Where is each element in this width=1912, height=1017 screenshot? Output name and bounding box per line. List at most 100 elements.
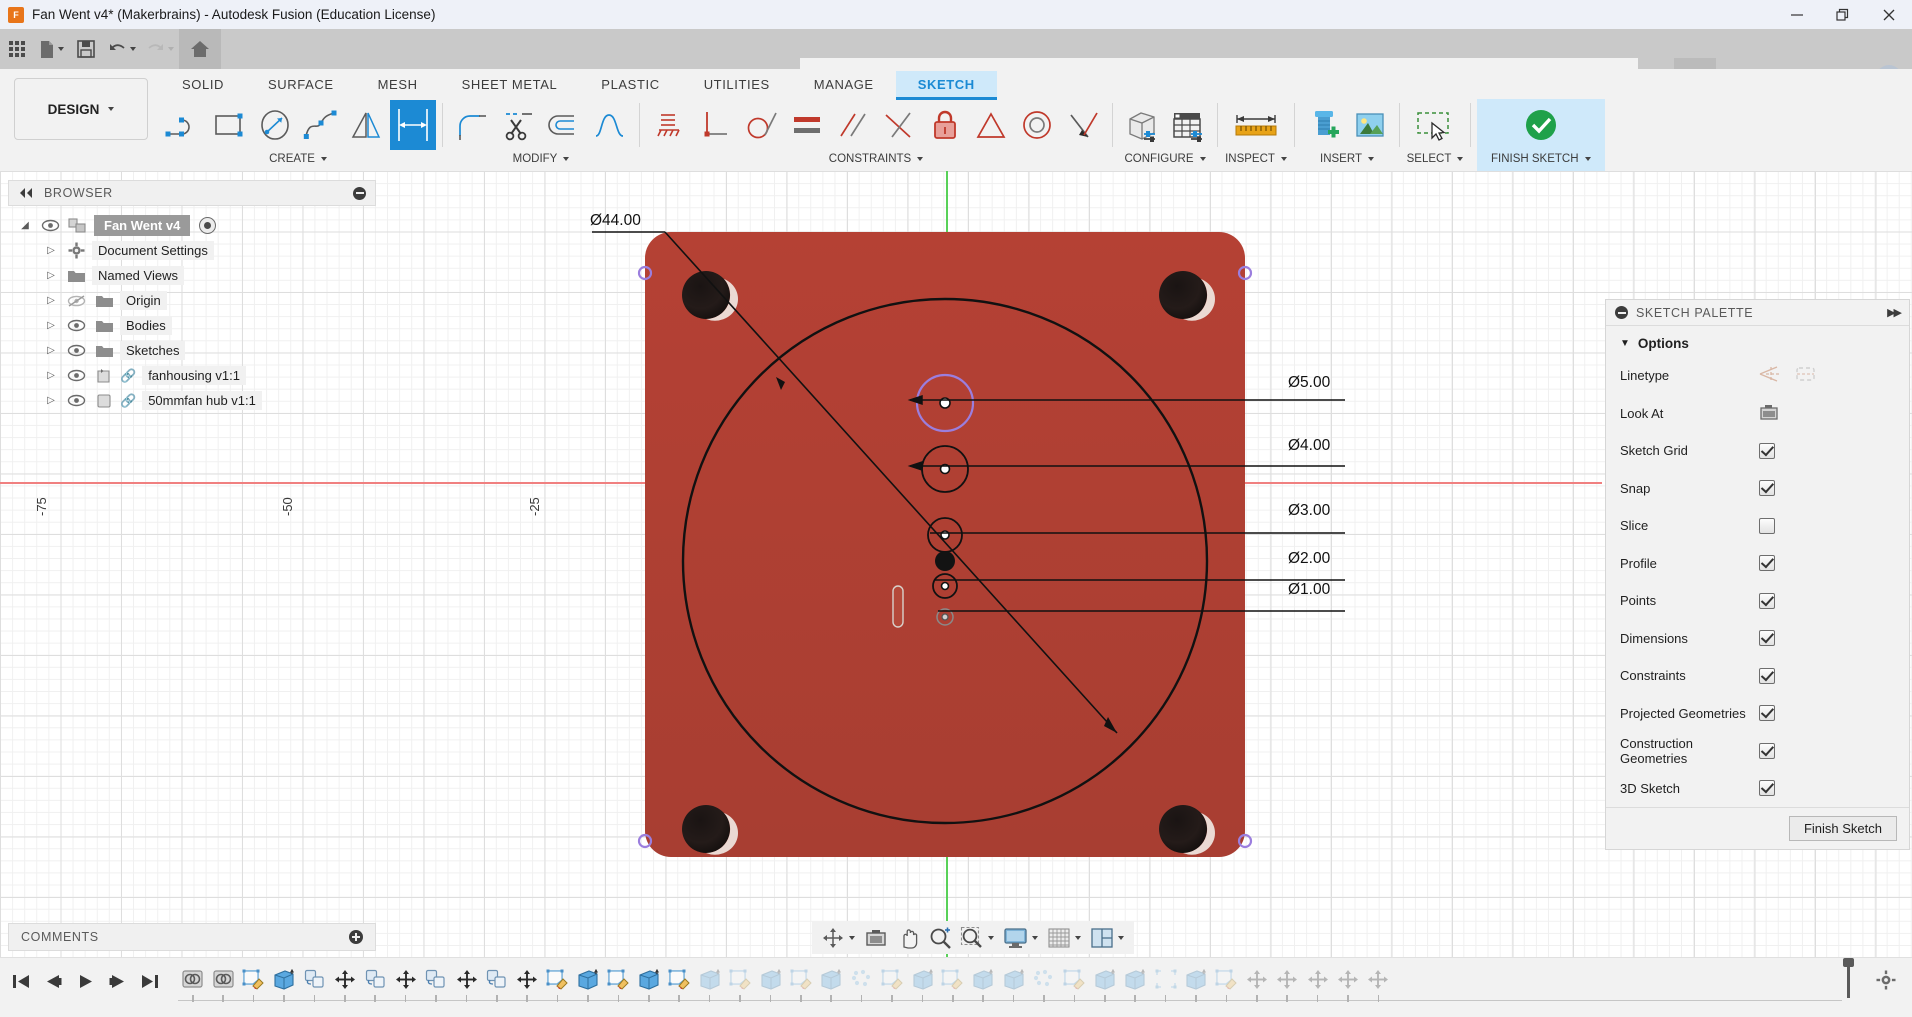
ribbon-group-label-inspect[interactable]: INSPECT <box>1225 153 1287 165</box>
pan-icon[interactable] <box>893 922 923 953</box>
extrude-icon[interactable] <box>695 962 725 996</box>
undo-icon[interactable] <box>103 29 141 69</box>
symmetry-icon[interactable] <box>968 100 1014 150</box>
tree-item-50mmfan-hub[interactable]: ▷ 🔗 50mmfan hub v1:1 <box>42 388 376 413</box>
parallel-icon[interactable] <box>830 100 876 150</box>
profile-checkbox[interactable] <box>1759 555 1775 571</box>
rigid-group-icon[interactable] <box>421 962 451 996</box>
tab-plastic[interactable]: PLASTIC <box>579 71 681 97</box>
visibility-eye-hidden-icon[interactable] <box>64 295 88 307</box>
extrude-icon[interactable] <box>1181 962 1211 996</box>
app-grid-icon[interactable] <box>0 29 34 69</box>
select-box-icon[interactable] <box>1151 962 1181 996</box>
rigid-group-icon[interactable] <box>360 962 390 996</box>
move-copy-icon[interactable] <box>1333 962 1363 996</box>
file-menu-icon[interactable] <box>34 29 69 69</box>
expand-right-icon[interactable]: ▶▶ <box>1887 306 1900 319</box>
circle-icon[interactable] <box>252 100 298 150</box>
move-copy-icon[interactable] <box>512 962 542 996</box>
ribbon-group-label-finish-sketch[interactable]: FINISH SKETCH <box>1491 153 1591 165</box>
offset-icon[interactable] <box>541 100 587 150</box>
curvature-icon[interactable] <box>1060 100 1106 150</box>
diameter-dimension-5[interactable]: Ø5.00 <box>1288 374 1330 392</box>
tree-item-origin[interactable]: ▷ Origin <box>42 288 376 313</box>
tree-item-document-settings[interactable]: ▷ Document Settings <box>42 238 376 263</box>
lock-icon[interactable] <box>922 100 968 150</box>
tree-item-sketches[interactable]: ▷ Sketches <box>42 338 376 363</box>
timeline-track[interactable] <box>178 962 1842 1006</box>
go-to-beginning-icon[interactable] <box>6 964 36 998</box>
close-button[interactable] <box>1866 0 1912 29</box>
points-checkbox[interactable] <box>1759 593 1775 609</box>
sketch-icon[interactable] <box>543 962 573 996</box>
construction-geometries-checkbox[interactable] <box>1759 743 1775 759</box>
look-at-icon[interactable] <box>1759 403 1779 424</box>
extrude-icon[interactable] <box>634 962 664 996</box>
options-section-header[interactable]: ▼ Options <box>1606 326 1909 357</box>
tab-sketch[interactable]: SKETCH <box>896 71 997 100</box>
sketch-icon[interactable] <box>877 962 907 996</box>
pattern-icon[interactable] <box>1029 962 1059 996</box>
concentric-icon[interactable] <box>1014 100 1060 150</box>
sketch-icon[interactable] <box>1211 962 1241 996</box>
extrude-icon[interactable] <box>999 962 1029 996</box>
tangent-icon[interactable] <box>738 100 784 150</box>
sketch-icon[interactable] <box>938 962 968 996</box>
timeline-marker[interactable] <box>1843 958 1854 1002</box>
comments-panel[interactable]: COMMENTS <box>8 923 376 951</box>
visibility-eye-icon[interactable] <box>64 345 88 356</box>
diameter-dimension-44[interactable]: Ø44.00 <box>590 212 641 230</box>
workspace-selector[interactable]: DESIGN <box>14 78 148 140</box>
perpendicular-icon[interactable] <box>692 100 738 150</box>
slice-checkbox[interactable] <box>1759 518 1775 534</box>
coincident-icon[interactable] <box>876 100 922 150</box>
select-window-icon[interactable] <box>1406 100 1464 150</box>
constraints-checkbox[interactable] <box>1759 668 1775 684</box>
diameter-dimension-3[interactable]: Ø3.00 <box>1288 502 1330 520</box>
ribbon-group-label-constraints[interactable]: CONSTRAINTS <box>829 153 923 165</box>
spline-icon[interactable] <box>298 100 344 150</box>
finish-sketch-button[interactable]: Finish Sketch <box>1789 816 1897 841</box>
move-copy-icon[interactable] <box>1363 962 1393 996</box>
ribbon-group-label-select[interactable]: SELECT <box>1407 153 1464 165</box>
joint-icon[interactable] <box>208 962 238 996</box>
visibility-eye-icon[interactable] <box>64 320 88 331</box>
zoom-window-icon[interactable] <box>957 922 998 953</box>
insert-mcmaster-icon[interactable] <box>1301 100 1347 150</box>
rigid-group-icon[interactable] <box>482 962 512 996</box>
sketch-grid-checkbox[interactable] <box>1759 443 1775 459</box>
visibility-eye-icon[interactable] <box>38 220 62 231</box>
sketch-icon[interactable] <box>239 962 269 996</box>
step-back-icon[interactable] <box>38 964 68 998</box>
expand-triangle-icon[interactable]: ▷ <box>42 345 60 356</box>
tab-manage[interactable]: MANAGE <box>792 71 896 97</box>
snap-checkbox[interactable] <box>1759 480 1775 496</box>
home-icon[interactable] <box>179 29 221 69</box>
finish-sketch-check-icon[interactable] <box>1518 100 1564 150</box>
sketch-icon[interactable] <box>664 962 694 996</box>
expand-triangle-icon[interactable]: ▷ <box>42 320 60 331</box>
extrude-icon[interactable] <box>269 962 299 996</box>
extrude-icon[interactable] <box>573 962 603 996</box>
measure-ruler-icon[interactable] <box>1224 100 1288 150</box>
sketch-icon[interactable] <box>786 962 816 996</box>
expand-triangle-icon[interactable]: ▷ <box>42 370 60 381</box>
viewports-icon[interactable] <box>1087 922 1128 953</box>
tree-item-fanhousing[interactable]: ▷ 🔗 fanhousing v1:1 <box>42 363 376 388</box>
move-copy-icon[interactable] <box>452 962 482 996</box>
rectangular-pattern-icon[interactable] <box>390 100 436 150</box>
rectangle-icon[interactable] <box>206 100 252 150</box>
expand-triangle-icon[interactable]: ▷ <box>42 245 60 256</box>
sketch-icon[interactable] <box>725 962 755 996</box>
tree-item-named-views[interactable]: ▷ Named Views <box>42 263 376 288</box>
tab-sheet-metal[interactable]: SHEET METAL <box>440 71 580 97</box>
display-settings-icon[interactable] <box>1000 922 1042 953</box>
sketch-icon[interactable] <box>603 962 633 996</box>
visibility-eye-icon[interactable] <box>64 395 88 406</box>
ribbon-group-label-configure[interactable]: CONFIGURE <box>1125 153 1206 165</box>
extrude-icon[interactable] <box>907 962 937 996</box>
3d-sketch-checkbox[interactable] <box>1759 780 1775 796</box>
play-icon[interactable] <box>70 964 100 998</box>
extrude-icon[interactable] <box>1090 962 1120 996</box>
ribbon-group-label-insert[interactable]: INSERT <box>1320 153 1374 165</box>
